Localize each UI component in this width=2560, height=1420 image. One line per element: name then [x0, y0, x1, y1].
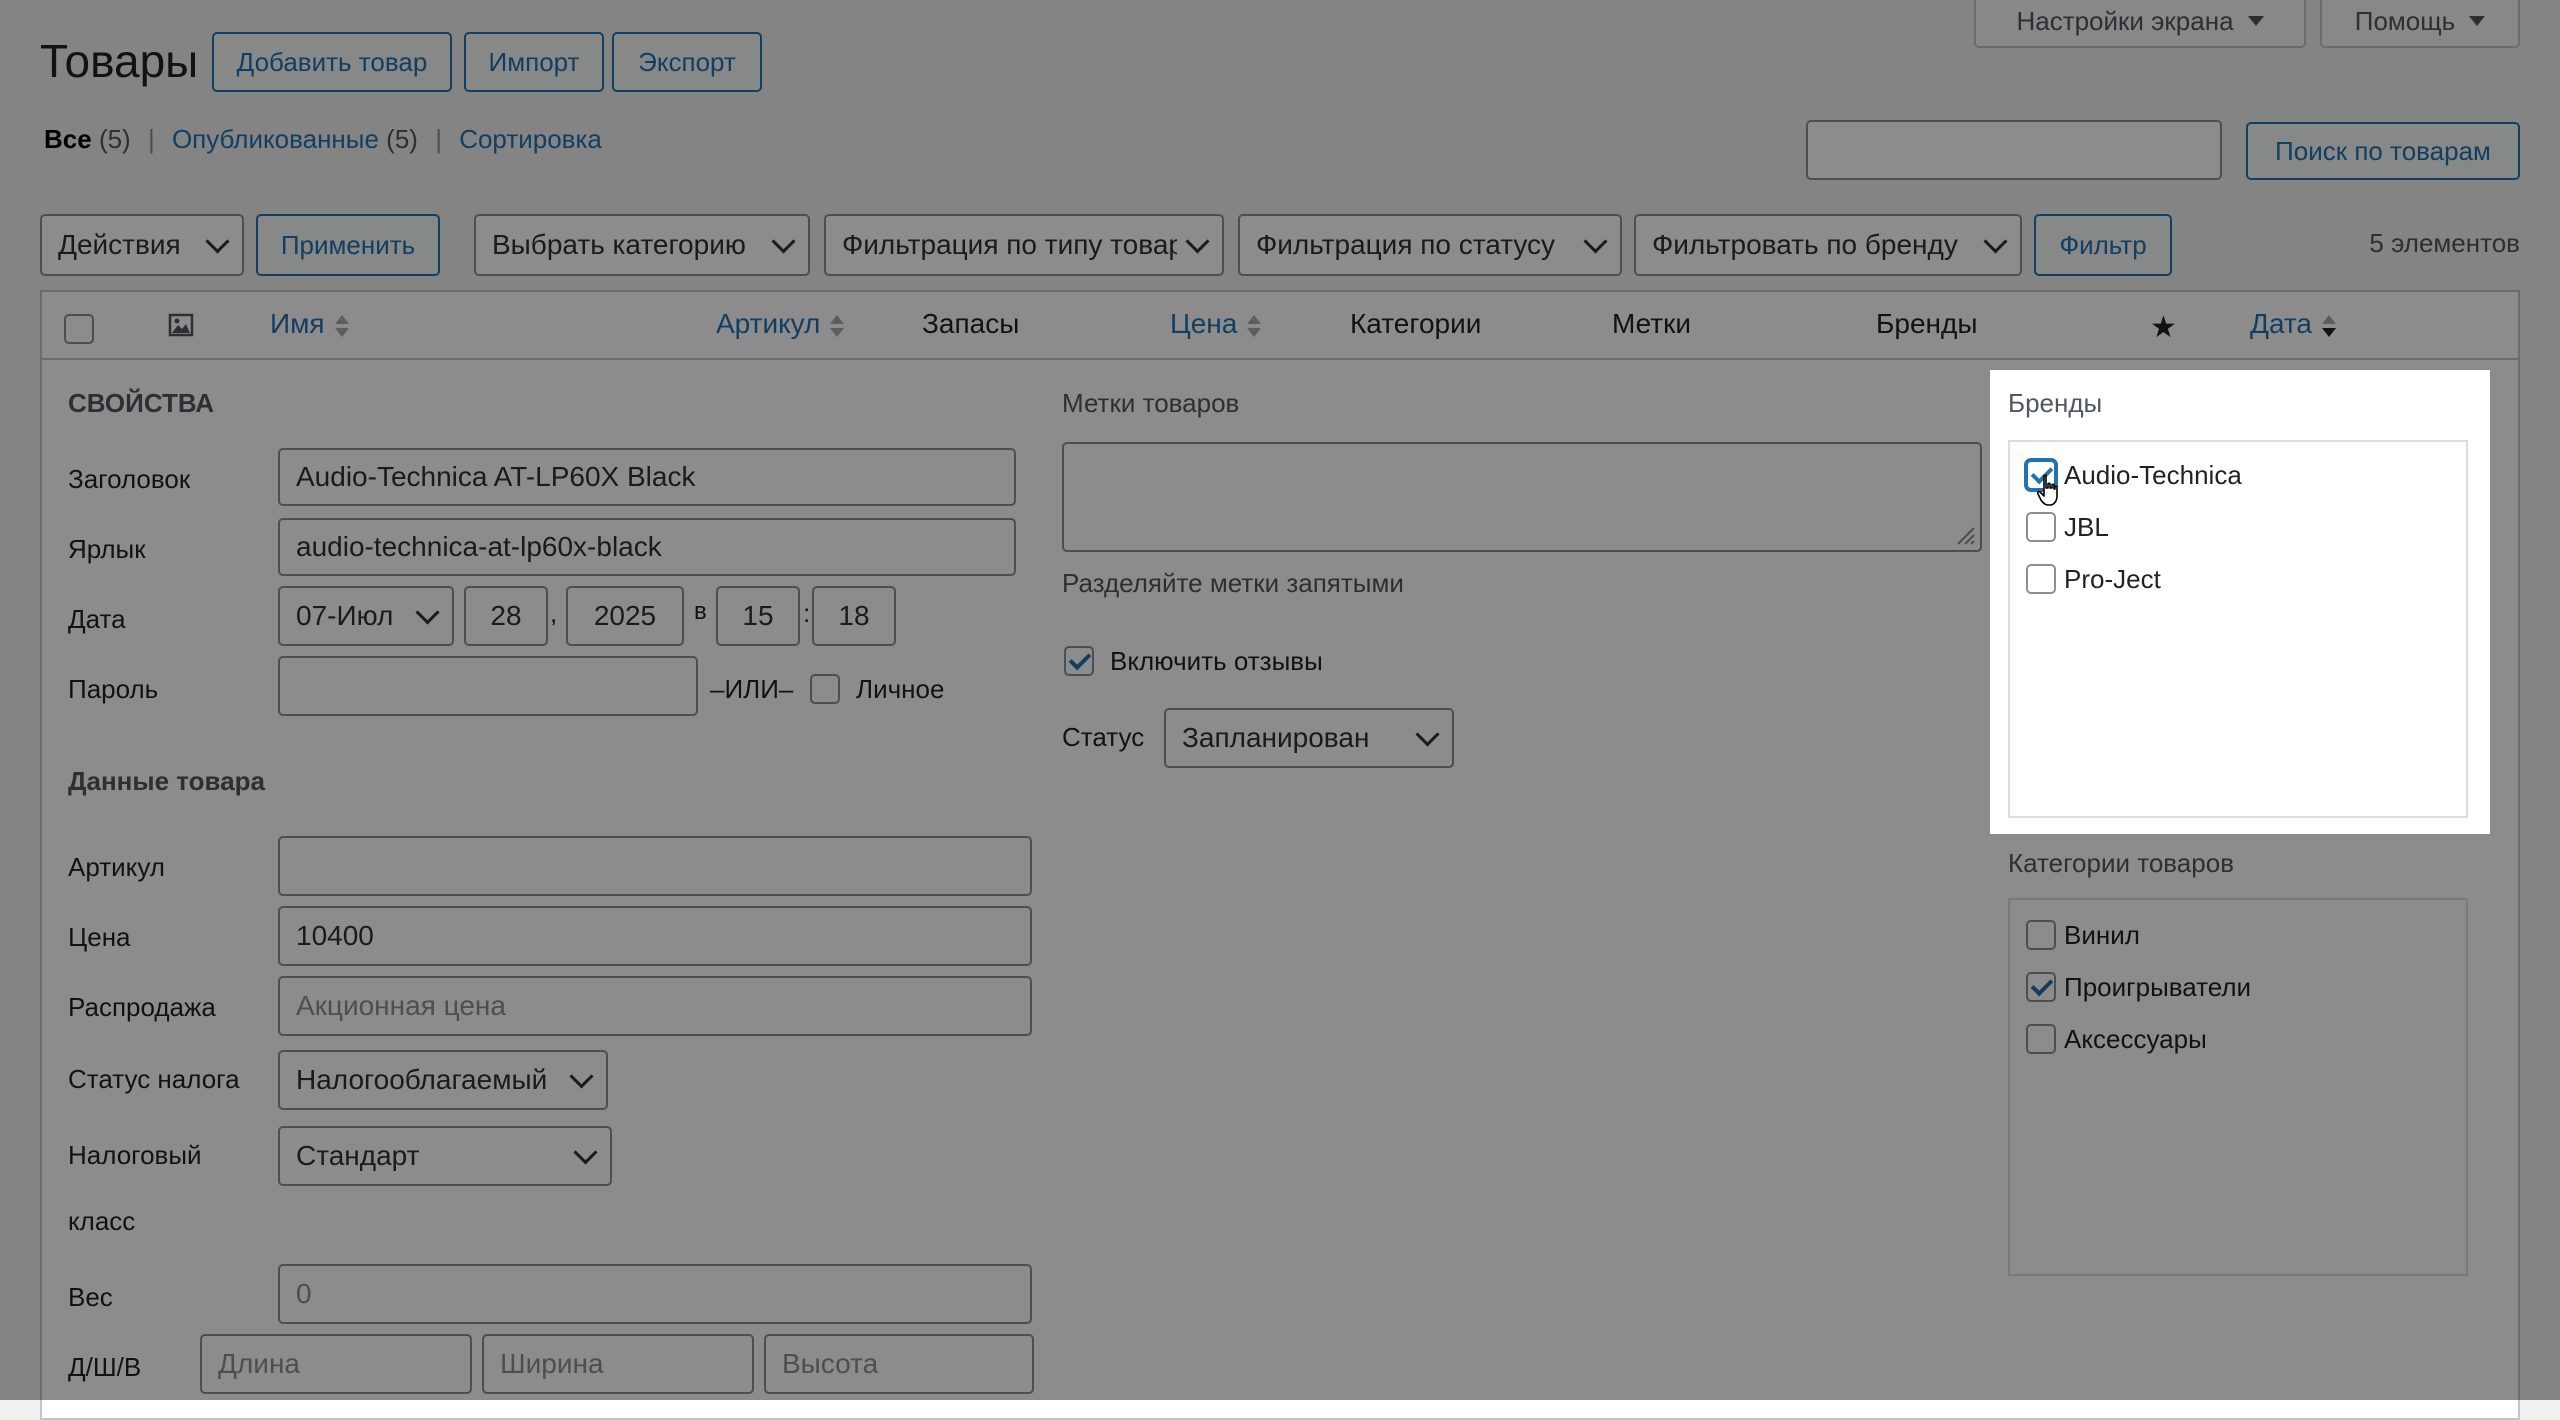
brand-checkbox-pro-ject[interactable]: [2026, 564, 2056, 594]
brand-checkbox-jbl[interactable]: [2026, 512, 2056, 542]
brand-label-jbl: JBL: [2064, 512, 2109, 542]
brands-label: Бренды: [2008, 388, 2103, 418]
brands-panel: Бренды Audio-Technica JBL Pro-Ject: [1990, 370, 2490, 834]
brand-label-audio-technica: Audio-Technica: [2064, 460, 2242, 490]
brands-checklist: [2008, 440, 2468, 818]
hand-pointer-icon: [2036, 474, 2058, 506]
brand-label-pro-ject: Pro-Ject: [2064, 564, 2161, 594]
